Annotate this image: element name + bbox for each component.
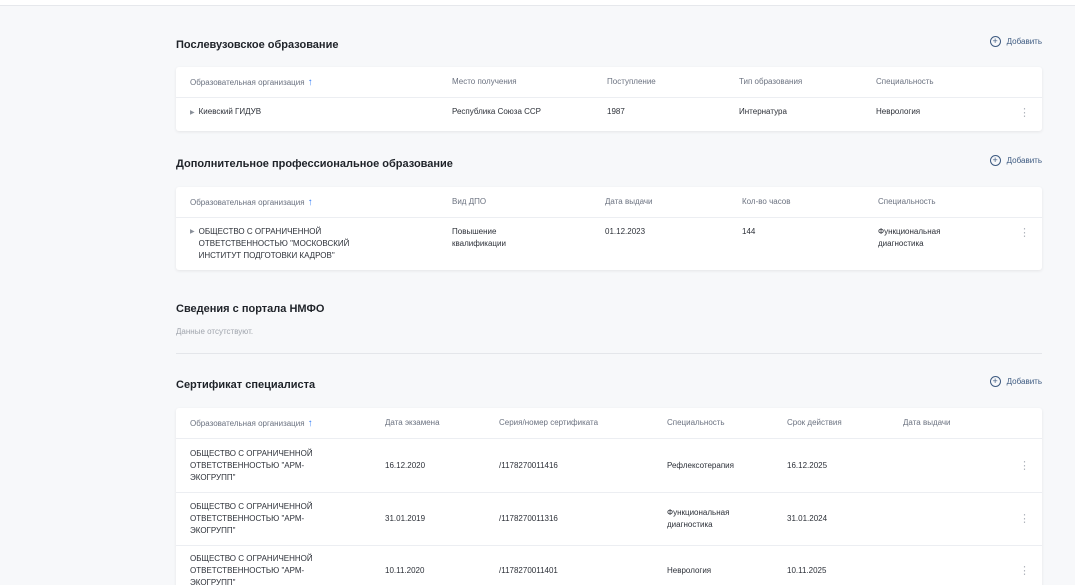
cell-specialty: Функциональная диагностика (667, 508, 730, 529)
postgrad-title: Послевузовское образование (176, 39, 339, 51)
cert-table: Образовательная организация ↑ Дата экзаме… (176, 408, 1042, 585)
kebab-menu-icon[interactable]: ⋮ (1019, 564, 1030, 577)
cell-valid-until: 10.11.2025 (787, 566, 827, 575)
table-row[interactable]: ОБЩЕСТВО С ОГРАНИЧЕННОЙ ОТВЕТСТВЕННОСТЬЮ… (176, 439, 1042, 493)
cell-hours: 144 (742, 227, 756, 236)
cell-specialty: Функциональная диагностика (878, 227, 941, 248)
caret-right-icon[interactable]: ▶ (190, 226, 195, 262)
cell-cert-number: /1178270011401 (499, 566, 558, 575)
cell-specialty: Рефлексотерапия (667, 461, 734, 470)
column-header-issue-date: Дата выдачи (903, 418, 951, 427)
kebab-menu-icon[interactable]: ⋮ (1019, 226, 1030, 239)
cell-place: Республика Союза ССР (452, 107, 542, 116)
cert-section: Сертификат специалиста + Добавить (176, 376, 1042, 398)
column-header-dpo-kind: Вид ДПО (452, 197, 487, 206)
dpo-title: Дополнительное профессиональное образова… (176, 158, 453, 170)
column-header-specialty: Специальность (878, 197, 936, 206)
kebab-menu-icon[interactable]: ⋮ (1019, 512, 1030, 525)
dpo-table: Образовательная организация ↑ Вид ДПО Дат… (176, 187, 1042, 270)
top-bar (0, 0, 1075, 6)
arrow-up-icon: ↑ (307, 77, 313, 88)
column-header-org[interactable]: Образовательная организация ↑ (190, 77, 313, 88)
postgrad-header: Послевузовское образование + Добавить (176, 36, 1042, 58)
column-header-valid-until: Срок действия (787, 418, 842, 427)
cell-org: ОБЩЕСТВО С ОГРАНИЧЕННОЙ ОТВЕТСТВЕННОСТЬЮ… (198, 227, 350, 260)
cell-exam-date: 10.11.2020 (385, 566, 425, 575)
cell-cert-number: /1178270011416 (499, 461, 558, 470)
kebab-menu-icon[interactable]: ⋮ (1019, 106, 1030, 119)
table-row[interactable]: ОБЩЕСТВО С ОГРАНИЧЕННОЙ ОТВЕТСТВЕННОСТЬЮ… (176, 493, 1042, 546)
column-header-place: Место получения (452, 77, 517, 86)
column-header-specialty: Специальность (667, 418, 725, 427)
dpo-section: Дополнительное профессиональное образова… (176, 155, 1042, 177)
postgrad-add-button[interactable]: + Добавить (989, 36, 1042, 47)
column-header-cert-number: Серия/номер сертификата (499, 418, 599, 427)
column-header-hours: Кол-во часов (742, 197, 791, 206)
cert-add-label: Добавить (1006, 377, 1042, 386)
cell-org: ОБЩЕСТВО С ОГРАНИЧЕННОЙ ОТВЕТСТВЕННОСТЬЮ… (190, 449, 313, 482)
plus-circle-icon: + (989, 376, 1001, 387)
dpo-add-label: Добавить (1006, 156, 1042, 165)
cell-specialty: Неврология (876, 107, 921, 116)
cell-exam-date: 16.12.2020 (385, 461, 426, 470)
cell-org: ОБЩЕСТВО С ОГРАНИЧЕННОЙ ОТВЕТСТВЕННОСТЬЮ… (190, 502, 313, 535)
column-header-org[interactable]: Образовательная организация ↑ (190, 418, 313, 429)
nmfo-title: Сведения с портала НМФО (176, 303, 325, 315)
plus-circle-icon: + (989, 155, 1001, 166)
cert-add-button[interactable]: + Добавить (989, 376, 1042, 387)
nmfo-section: Сведения с портала НМФО Данные отсутству… (176, 300, 1042, 336)
column-header-admission: Поступление (607, 77, 656, 86)
plus-circle-icon: + (989, 36, 1001, 47)
cell-dpo-kind: Повышение квалификации (452, 227, 506, 248)
column-header-type: Тип образования (739, 77, 803, 86)
cell-year: 1987 (607, 107, 625, 116)
dpo-header: Дополнительное профессиональное образова… (176, 155, 1042, 177)
cell-cert-number: /1178270011316 (499, 514, 558, 523)
table-row[interactable]: ▶ Киевский ГИДУВ Республика Союза ССР 198… (176, 98, 1042, 130)
column-header-exam-date: Дата экзамена (385, 418, 440, 427)
column-header-org[interactable]: Образовательная организация ↑ (190, 197, 313, 208)
cell-specialty: Неврология (667, 566, 712, 575)
dpo-add-button[interactable]: + Добавить (989, 155, 1042, 166)
cell-issue-date: 01.12.2023 (605, 227, 646, 236)
arrow-up-icon: ↑ (307, 418, 313, 429)
cell-valid-until: 31.01.2024 (787, 514, 828, 523)
postgrad-table-header: Образовательная организация ↑ Место получ… (176, 67, 1042, 98)
column-header-issue-date: Дата выдачи (605, 197, 653, 206)
cert-header: Сертификат специалиста + Добавить (176, 376, 1042, 398)
postgrad-add-label: Добавить (1006, 37, 1042, 46)
cell-exam-date: 31.01.2019 (385, 514, 426, 523)
cell-valid-until: 16.12.2025 (787, 461, 828, 470)
postgrad-section: Послевузовское образование + Добавить (176, 36, 1042, 58)
table-row[interactable]: ▶ ОБЩЕСТВО С ОГРАНИЧЕННОЙ ОТВЕТСТВЕННОСТЬ… (176, 218, 1042, 270)
column-header-specialty: Специальность (876, 77, 934, 86)
table-row[interactable]: ОБЩЕСТВО С ОГРАНИЧЕННОЙ ОТВЕТСТВЕННОСТЬЮ… (176, 546, 1042, 585)
kebab-menu-icon[interactable]: ⋮ (1019, 459, 1030, 472)
nmfo-empty-text: Данные отсутствуют. (176, 327, 254, 336)
cert-table-header: Образовательная организация ↑ Дата экзаме… (176, 408, 1042, 439)
caret-right-icon[interactable]: ▶ (190, 110, 195, 116)
postgrad-table: Образовательная организация ↑ Место получ… (176, 67, 1042, 131)
cell-type: Интернатура (739, 107, 787, 116)
cell-org: ОБЩЕСТВО С ОГРАНИЧЕННОЙ ОТВЕТСТВЕННОСТЬЮ… (190, 554, 313, 585)
section-divider (176, 353, 1042, 354)
dpo-table-header: Образовательная организация ↑ Вид ДПО Дат… (176, 187, 1042, 218)
cell-org: Киевский ГИДУВ (198, 107, 262, 116)
arrow-up-icon: ↑ (307, 197, 313, 208)
cert-title: Сертификат специалиста (176, 379, 316, 391)
